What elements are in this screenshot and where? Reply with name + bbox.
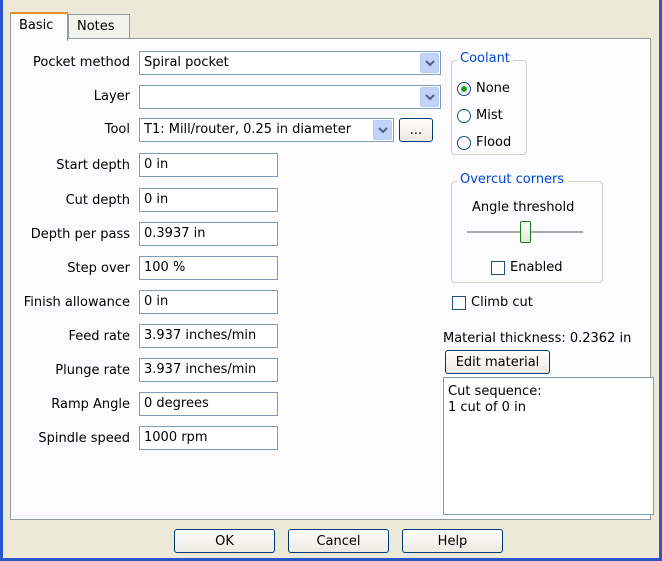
angle-threshold-label: Angle threshold [472,200,575,215]
plunge-rate-label: Plunge rate [55,363,130,378]
overcut-corners-title: Overcut corners [457,172,568,187]
climb-cut-checkbox[interactable] [452,296,466,310]
coolant-mist-radio[interactable] [457,109,471,123]
tool-label: Tool [104,122,130,137]
help-label: Help [437,534,468,549]
coolant-none-radio[interactable] [457,82,471,96]
tab-notes-label: Notes [77,19,115,34]
climb-cut-label: Climb cut [471,295,533,310]
ramp-angle-input[interactable]: 0 degrees [139,392,278,416]
tool-select[interactable]: T1: Mill/router, 0.25 in diameter [139,118,394,142]
ok-button[interactable]: OK [174,529,275,553]
chevron-down-icon[interactable] [373,120,392,140]
ramp-angle-label: Ramp Angle [51,397,130,412]
chevron-down-icon[interactable] [420,87,439,107]
overcut-enabled-label: Enabled [510,260,563,275]
depth-per-pass-label: Depth per pass [30,227,130,242]
overcut-enabled-checkbox[interactable] [491,261,505,275]
coolant-flood-radio[interactable] [457,136,471,150]
layer-label: Layer [93,89,130,104]
feed-rate-label: Feed rate [68,329,130,344]
tool-browse-button[interactable]: ... [399,118,433,142]
radio-selected-dot [461,86,467,92]
feed-rate-input[interactable]: 3.937 inches/min [139,324,278,348]
material-thickness-text: Material thickness: 0.2362 in [443,331,632,346]
tool-browse-label: ... [409,123,423,138]
edit-material-label: Edit material [455,355,540,370]
spindle-speed-label: Spindle speed [38,431,130,446]
finish-allowance-label: Finish allowance [23,295,130,310]
depth-per-pass-input[interactable]: 0.3937 in [139,222,278,246]
start-depth-input[interactable]: 0 in [139,153,278,177]
angle-threshold-slider-thumb[interactable] [520,221,531,243]
cancel-label: Cancel [316,534,361,549]
cut-depth-label: Cut depth [65,193,130,208]
cancel-button[interactable]: Cancel [288,529,389,553]
step-over-input[interactable]: 100 % [139,256,278,280]
pocket-method-label: Pocket method [33,55,130,70]
tab-basic-label: Basic [19,18,54,33]
spindle-speed-input[interactable]: 1000 rpm [139,426,278,450]
tab-basic[interactable]: Basic [10,12,68,41]
cut-sequence-heading: Cut sequence: [448,384,542,399]
chevron-down-icon[interactable] [420,53,439,73]
help-button[interactable]: Help [402,529,503,553]
pocket-method-select[interactable]: Spiral pocket [139,51,441,75]
coolant-title: Coolant [457,51,513,66]
step-over-label: Step over [67,261,130,276]
coolant-flood-label: Flood [476,135,512,150]
start-depth-label: Start depth [56,158,130,173]
layer-select[interactable] [139,85,441,109]
coolant-none-label: None [476,81,510,96]
cut-sequence-detail: 1 cut of 0 in [448,400,526,415]
plunge-rate-input[interactable]: 3.937 inches/min [139,358,278,382]
tool-value: T1: Mill/router, 0.25 in diameter [144,122,352,137]
pocket-method-value: Spiral pocket [144,55,229,70]
edit-material-button[interactable]: Edit material [445,350,550,374]
cut-depth-input[interactable]: 0 in [139,188,278,212]
coolant-mist-label: Mist [476,108,503,123]
finish-allowance-input[interactable]: 0 in [139,290,278,314]
tab-notes[interactable]: Notes [68,14,130,38]
cut-sequence-box: Cut sequence: 1 cut of 0 in [443,377,654,515]
ok-label: OK [215,534,234,549]
